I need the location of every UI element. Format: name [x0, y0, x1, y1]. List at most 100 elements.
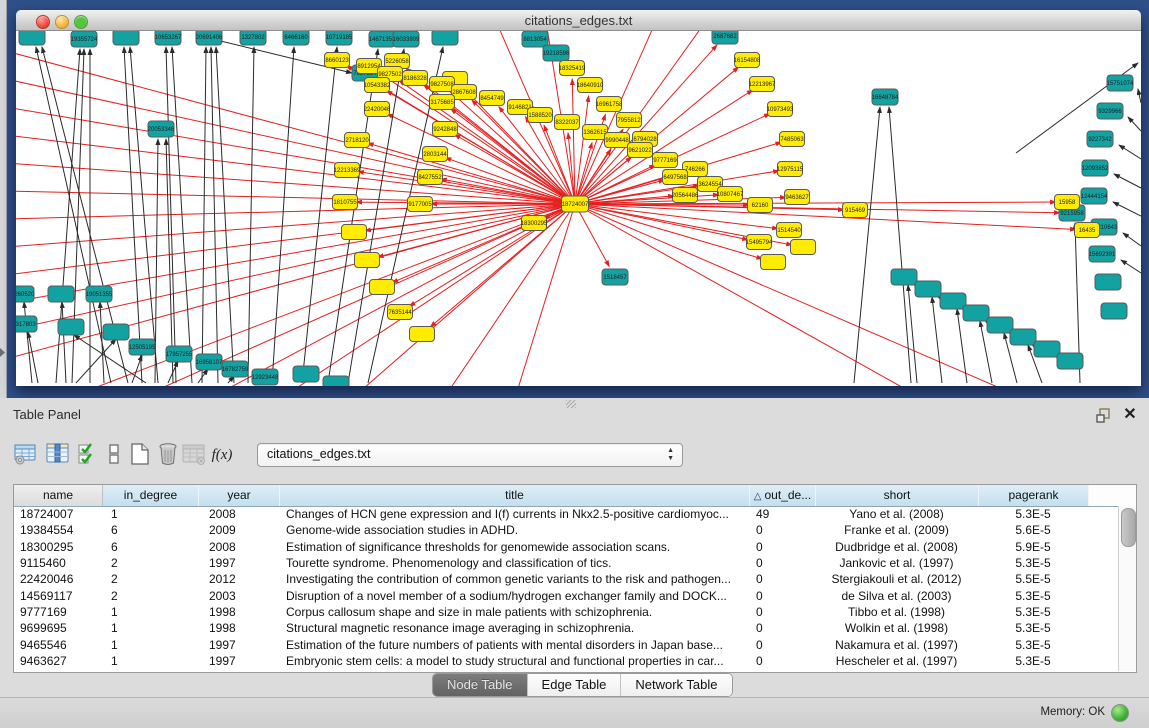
table-cell[interactable]: 18724007: [14, 507, 103, 521]
close-panel-icon[interactable]: ✕: [1121, 406, 1139, 424]
table-selector-dropdown[interactable]: citations_edges.txt ▲▼: [257, 443, 683, 467]
black-edge[interactable]: [1123, 233, 1141, 246]
graph-node[interactable]: [761, 255, 786, 270]
graph-node[interactable]: 12975115: [777, 162, 804, 177]
red-edge[interactable]: [358, 172, 575, 204]
table-row[interactable]: 2242004622012Investigating the contribut…: [14, 571, 1118, 587]
splitter-collapse-icon[interactable]: [0, 348, 5, 357]
table-row[interactable]: 946362711997Embryonic stem cells: a mode…: [14, 653, 1118, 669]
window-titlebar[interactable]: citations_edges.txt: [16, 10, 1141, 31]
graph-node[interactable]: 9227342: [1087, 131, 1113, 147]
table-cell[interactable]: Genome-wide association studies in ADHD.: [280, 523, 750, 537]
split-view-icon[interactable]: [100, 440, 128, 470]
column-header-short[interactable]: short: [816, 485, 979, 506]
table-cell[interactable]: Stergiakouli et al. (2012): [816, 572, 979, 586]
graph-node[interactable]: [1010, 329, 1036, 345]
graph-node[interactable]: 9329966: [1097, 103, 1123, 119]
column-header-year[interactable]: year: [199, 485, 280, 506]
black-edge[interactable]: [1119, 145, 1141, 159]
table-cell[interactable]: Hescheler et al. (1997): [816, 654, 979, 668]
splitter-grip-icon[interactable]: [566, 400, 576, 408]
column-header-out_de[interactable]: △out_de...: [750, 485, 816, 506]
column-header-in_degree[interactable]: in_degree: [103, 485, 199, 506]
table-cell[interactable]: 0: [750, 572, 816, 586]
graph-node[interactable]: [791, 240, 816, 255]
table-row[interactable]: 911546021997Tourette syndrome. Phenomeno…: [14, 555, 1118, 571]
table-row[interactable]: 1830029562008Estimation of significance …: [14, 539, 1118, 555]
table-cell[interactable]: 2003: [199, 589, 280, 603]
graph-node[interactable]: 17957255: [166, 346, 193, 362]
graph-node[interactable]: 10543382: [364, 78, 391, 93]
red-edge[interactable]: [216, 204, 575, 386]
column-header-name[interactable]: name: [14, 485, 103, 506]
graph-node[interactable]: 16435: [1075, 223, 1100, 238]
table-cell[interactable]: Wolkin et al. (1998): [816, 621, 979, 635]
graph-node[interactable]: [323, 376, 349, 386]
graph-node[interactable]: 12213967: [749, 77, 776, 92]
graph-node[interactable]: 1810755: [333, 195, 358, 210]
graph-node[interactable]: 15958: [1055, 195, 1080, 210]
table-cell[interactable]: 5.9E-5: [979, 540, 1089, 554]
table-cell[interactable]: 5.3E-5: [979, 638, 1089, 652]
graph-node[interactable]: [1034, 341, 1060, 357]
table-cell[interactable]: Corpus callosum shape and size in male p…: [280, 605, 750, 619]
table-cell[interactable]: 5.3E-5: [979, 507, 1089, 521]
graph-node[interactable]: 7635144: [388, 305, 413, 320]
import-table-icon[interactable]: [180, 440, 208, 470]
graph-node[interactable]: 1514540: [777, 223, 802, 238]
graph-node[interactable]: 10653267: [155, 31, 182, 45]
graph-node[interactable]: 19218596: [543, 45, 570, 61]
graph-node[interactable]: 8454749: [480, 91, 505, 106]
graph-node[interactable]: 7955812: [617, 113, 642, 128]
black-edge[interactable]: [854, 107, 880, 383]
table-cell[interactable]: Investigating the contribution of common…: [280, 572, 750, 586]
row-select-icon[interactable]: [74, 440, 102, 470]
red-edge[interactable]: [430, 204, 575, 327]
graph-node[interactable]: [58, 319, 84, 335]
table-cell[interactable]: 14569117: [14, 589, 103, 603]
table-cell[interactable]: 0: [750, 605, 816, 619]
black-edge[interactable]: [248, 47, 254, 383]
black-edge[interactable]: [932, 297, 942, 383]
graph-node[interactable]: 9621022: [628, 143, 653, 158]
table-cell[interactable]: 5.3E-5: [979, 556, 1089, 570]
table-cell[interactable]: 9465546: [14, 638, 103, 652]
graph-node[interactable]: 10719185: [326, 31, 353, 45]
table-cell[interactable]: de Silva et al. (2003): [816, 589, 979, 603]
graph-node[interactable]: 12213369: [334, 163, 361, 178]
graph-node[interactable]: 18325419: [559, 61, 586, 76]
table-cell[interactable]: 1998: [199, 621, 280, 635]
new-column-icon[interactable]: [126, 440, 154, 470]
graph-node[interactable]: [19, 31, 45, 45]
graph-node[interactable]: 6466160: [283, 31, 309, 45]
table-cell[interactable]: 1997: [199, 638, 280, 652]
network-canvas[interactable]: 1935572410653267206914061327802646616010…: [16, 31, 1141, 386]
tab-node-table[interactable]: Node Table: [433, 674, 528, 696]
column-header-title[interactable]: title: [280, 485, 750, 506]
table-row[interactable]: 1872400712008Changes of HCN gene express…: [14, 506, 1118, 522]
table-cell[interactable]: 1: [103, 638, 199, 652]
table-cell[interactable]: 1997: [199, 556, 280, 570]
graph-node[interactable]: 15751074: [1107, 75, 1134, 91]
graph-node[interactable]: 18640910: [577, 78, 604, 93]
red-edge[interactable]: [16, 204, 575, 331]
black-edge[interactable]: [272, 47, 294, 383]
function-builder-icon[interactable]: f(x): [208, 440, 236, 470]
graph-node[interactable]: 15495794: [746, 235, 773, 250]
graph-node[interactable]: 16782759: [222, 361, 249, 377]
black-edge[interactable]: [202, 47, 206, 383]
table-cell[interactable]: 9115460: [14, 556, 103, 570]
network-window[interactable]: citations_edges.txt 19355724106532672069…: [16, 10, 1141, 386]
graph-node[interactable]: 1327802: [240, 31, 266, 45]
graph-node[interactable]: 8813054: [522, 31, 548, 47]
graph-node[interactable]: 12923448: [252, 369, 279, 385]
graph-node[interactable]: [891, 269, 917, 285]
graph-node[interactable]: 15692391: [1089, 246, 1116, 262]
table-cell[interactable]: 5.3E-5: [979, 621, 1089, 635]
table-cell[interactable]: 0: [750, 556, 816, 570]
network-graph[interactable]: 1935572410653267206914061327802646616010…: [16, 31, 1141, 386]
tab-network-table[interactable]: Network Table: [621, 674, 731, 696]
table-cell[interactable]: 6: [103, 540, 199, 554]
table-row[interactable]: 1456911722003Disruption of a novel membe…: [14, 587, 1118, 603]
graph-node[interactable]: [355, 253, 380, 268]
